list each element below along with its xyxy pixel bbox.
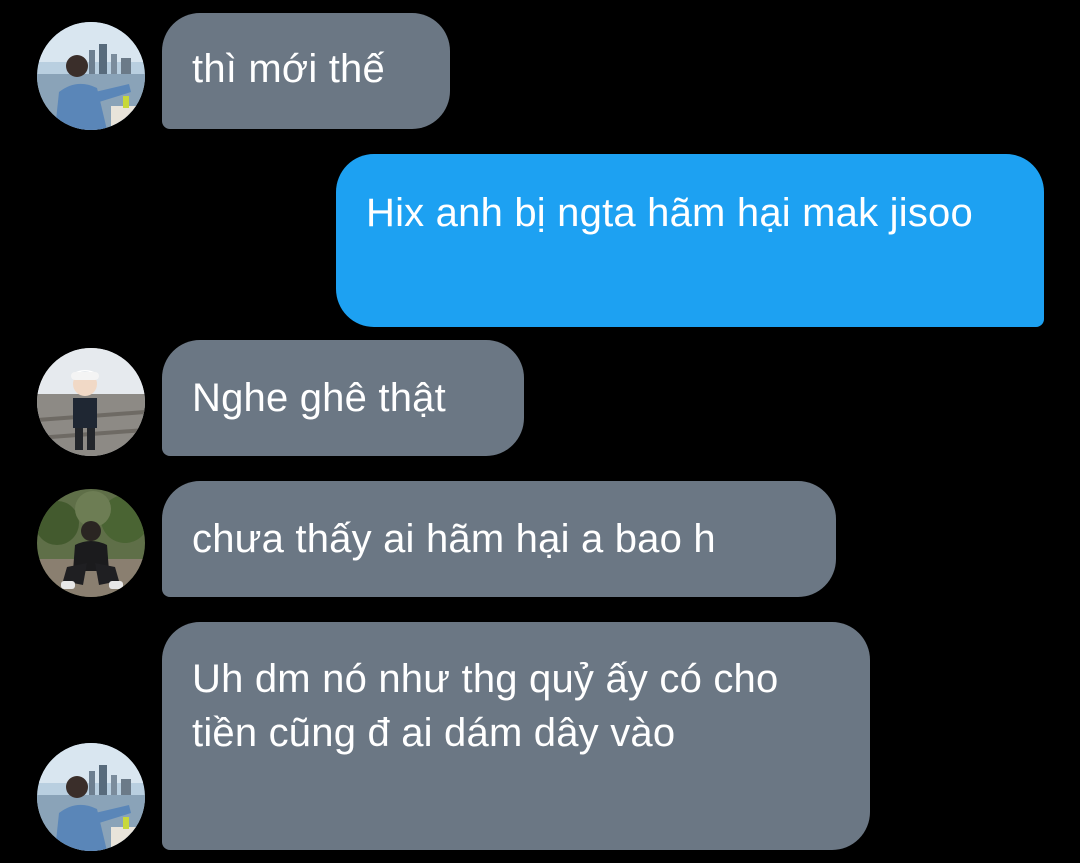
message-bubble-incoming[interactable]: thì mới thế <box>162 13 450 129</box>
message-bubble-outgoing[interactable]: Hix anh bị ngta hãm hại mak jisoo <box>336 154 1044 327</box>
avatar-user-b[interactable] <box>37 348 145 456</box>
avatar-user-a[interactable] <box>37 22 145 130</box>
avatar-photo-icon <box>37 743 145 851</box>
avatar-photo-icon <box>37 348 145 456</box>
message-bubble-incoming[interactable]: Uh dm nó như thg quỷ ấy có cho tiền cũng… <box>162 622 870 850</box>
avatar-user-a[interactable] <box>37 743 145 851</box>
avatar-photo-icon <box>37 489 145 597</box>
message-bubble-incoming[interactable]: Nghe ghê thật <box>162 340 524 456</box>
avatar-photo-icon <box>37 22 145 130</box>
avatar-user-c[interactable] <box>37 489 145 597</box>
message-bubble-incoming[interactable]: chưa thấy ai hãm hại a bao h <box>162 481 836 597</box>
